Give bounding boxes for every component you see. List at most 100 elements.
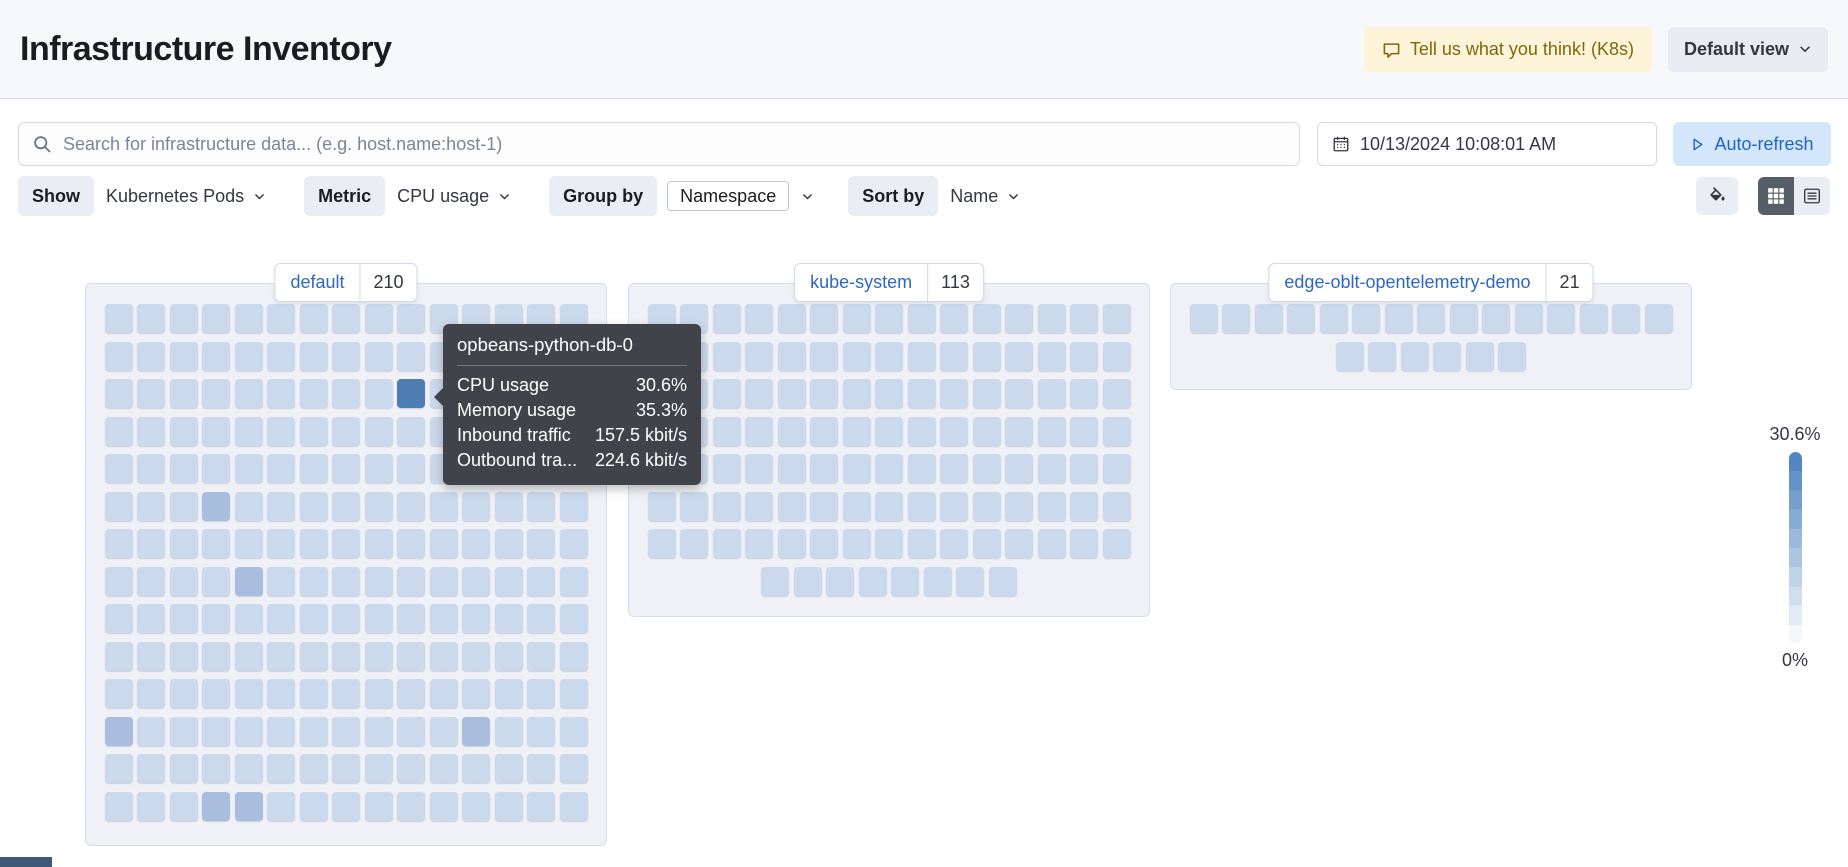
pod-cell[interactable] [104, 679, 133, 708]
pod-cell[interactable] [712, 341, 741, 371]
pod-cell[interactable] [494, 491, 523, 521]
pod-cell[interactable] [842, 379, 871, 408]
pod-cell[interactable] [364, 566, 393, 596]
pod-cell[interactable] [1070, 454, 1098, 483]
pod-cell[interactable] [364, 454, 393, 483]
pod-cell[interactable] [462, 604, 490, 633]
pod-cell[interactable] [1005, 341, 1033, 371]
pod-cell[interactable] [169, 416, 198, 446]
pod-cell[interactable] [712, 529, 741, 558]
pod-cell[interactable] [1579, 304, 1608, 333]
pod-cell[interactable] [137, 604, 165, 633]
pod-cell[interactable] [397, 791, 425, 821]
pod-cell[interactable] [332, 716, 360, 746]
pod-cell[interactable] [810, 379, 838, 408]
pod-cell[interactable] [745, 491, 773, 521]
pod-cell[interactable] [745, 416, 773, 446]
pod-cell[interactable] [299, 491, 328, 521]
pod-cell[interactable] [299, 791, 328, 821]
pod-cell[interactable] [364, 304, 393, 333]
show-dropdown[interactable]: Kubernetes Pods [94, 176, 278, 216]
pod-cell[interactable] [137, 566, 165, 596]
pod-cell[interactable] [527, 529, 555, 558]
pod-cell[interactable] [332, 791, 360, 821]
pod-cell[interactable] [397, 679, 425, 708]
pod-cell[interactable] [777, 304, 806, 333]
search-input[interactable] [18, 122, 1300, 166]
pod-cell[interactable] [299, 679, 328, 708]
pod-cell[interactable] [761, 566, 790, 596]
pod-cell[interactable] [1102, 304, 1131, 333]
pod-cell[interactable] [972, 491, 1001, 521]
pod-cell[interactable] [202, 754, 230, 783]
pod-cell[interactable] [169, 641, 198, 671]
pod-cell[interactable] [777, 491, 806, 521]
pod-cell[interactable] [267, 379, 295, 408]
pod-cell[interactable] [1037, 529, 1066, 558]
pod-cell[interactable] [267, 491, 295, 521]
pod-cell[interactable] [972, 379, 1001, 408]
saved-view-selector[interactable]: Default view [1667, 26, 1828, 72]
pod-cell[interactable] [397, 341, 425, 371]
feedback-button[interactable]: Tell us what you think! (K8s) [1363, 26, 1652, 72]
pod-cell[interactable] [104, 791, 133, 821]
pod-cell[interactable] [940, 304, 968, 333]
pod-cell[interactable] [1547, 304, 1575, 333]
table-view-button[interactable] [1794, 177, 1830, 215]
pod-cell[interactable] [332, 304, 360, 333]
pod-cell[interactable] [1005, 529, 1033, 558]
pod-cell[interactable] [429, 679, 458, 708]
pod-cell[interactable] [1037, 379, 1066, 408]
pod-cell[interactable] [777, 529, 806, 558]
pod-cell[interactable] [364, 341, 393, 371]
pod-cell[interactable] [1465, 341, 1494, 371]
pod-cell[interactable] [299, 641, 328, 671]
pod-cell[interactable] [397, 416, 425, 446]
pod-cell[interactable] [104, 566, 133, 596]
pod-cell[interactable] [202, 304, 230, 333]
pod-cell[interactable] [907, 416, 936, 446]
pod-cell[interactable] [1287, 304, 1315, 333]
pod-cell[interactable] [202, 416, 230, 446]
pod-cell[interactable] [364, 641, 393, 671]
pod-cell[interactable] [169, 716, 198, 746]
pod-cell[interactable] [891, 566, 920, 596]
pod-cell[interactable] [1070, 529, 1098, 558]
pod-cell[interactable] [267, 791, 295, 821]
pod-cell[interactable] [462, 791, 490, 821]
pod-cell[interactable] [267, 454, 295, 483]
pod-cell[interactable] [810, 304, 838, 333]
pod-cell[interactable] [267, 566, 295, 596]
pod-cell[interactable] [745, 529, 773, 558]
pod-cell[interactable] [169, 491, 198, 521]
pod-cell[interactable] [364, 379, 393, 408]
pod-cell[interactable] [1037, 341, 1066, 371]
pod-cell[interactable] [1417, 304, 1445, 333]
pod-cell[interactable] [364, 529, 393, 558]
pod-cell[interactable] [647, 529, 676, 558]
pod-cell[interactable] [527, 791, 555, 821]
pod-cell[interactable] [299, 529, 328, 558]
pod-cell[interactable] [202, 679, 230, 708]
pod-cell[interactable] [104, 341, 133, 371]
pod-cell[interactable] [712, 454, 741, 483]
pod-cell[interactable] [137, 491, 165, 521]
pod-cell[interactable] [527, 754, 555, 783]
pod-cell[interactable] [842, 304, 871, 333]
pod-cell[interactable] [1005, 491, 1033, 521]
pod-cell[interactable] [397, 641, 425, 671]
pod-cell[interactable] [972, 416, 1001, 446]
pod-cell[interactable] [429, 641, 458, 671]
pod-cell[interactable] [1482, 304, 1510, 333]
pod-cell[interactable] [875, 491, 903, 521]
pod-cell[interactable] [972, 341, 1001, 371]
pod-cell[interactable] [1102, 529, 1131, 558]
pod-cell[interactable] [397, 604, 425, 633]
pod-cell[interactable] [810, 454, 838, 483]
pod-cell[interactable] [104, 491, 133, 521]
pod-cell[interactable] [559, 716, 588, 746]
pod-cell[interactable] [104, 454, 133, 483]
pod-cell[interactable] [1102, 416, 1131, 446]
pod-cell[interactable] [956, 566, 985, 596]
pod-cell[interactable] [332, 454, 360, 483]
